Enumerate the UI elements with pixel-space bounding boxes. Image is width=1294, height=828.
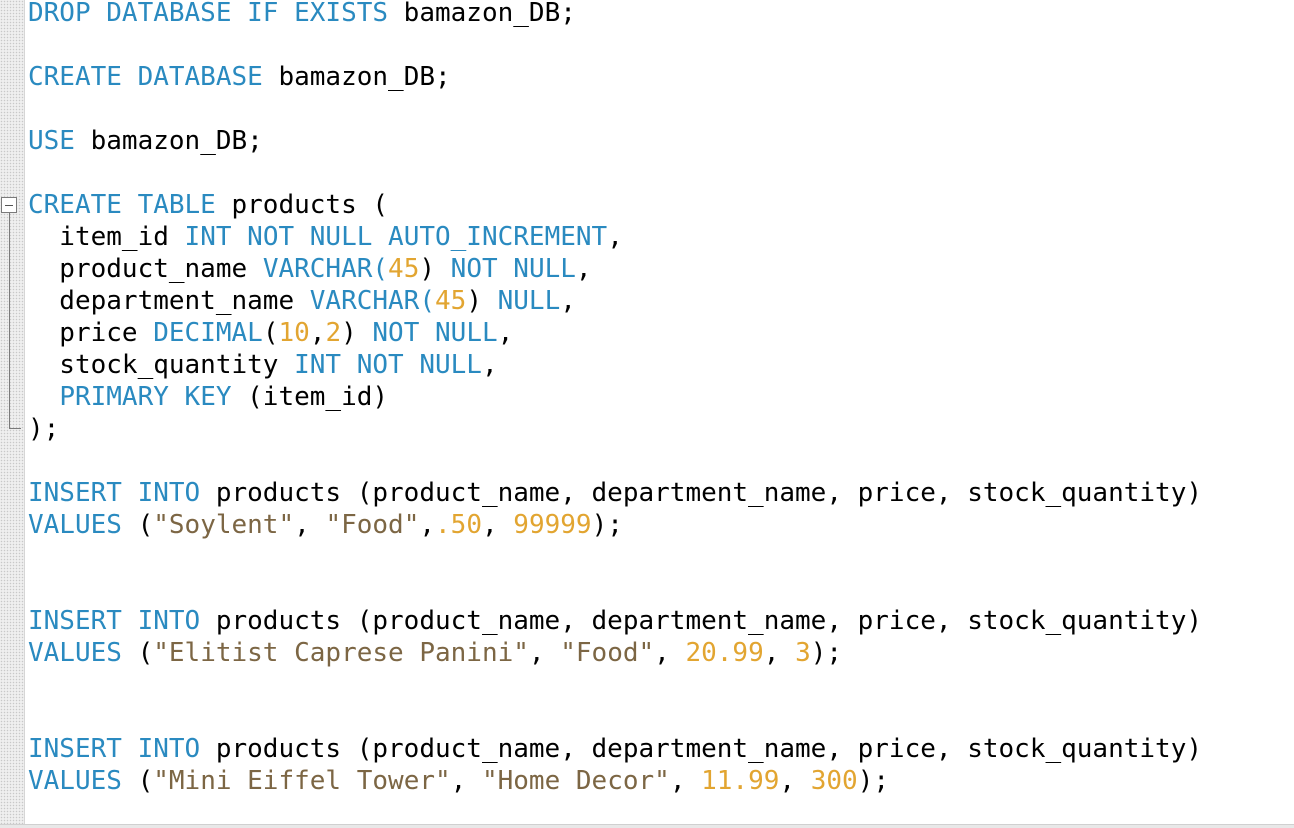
code-token: CREATE DATABASE	[28, 62, 263, 92]
code-line: PRIMARY KEY (item_id)	[28, 381, 388, 413]
code-token: 2	[325, 318, 342, 348]
code-token: (	[121, 766, 154, 796]
code-line: VALUES ("Mini Eiffel Tower", "Home Decor…	[28, 765, 889, 797]
code-token: "Home Decor"	[481, 766, 670, 796]
code-token: NULL	[497, 286, 561, 316]
code-token: product_name	[28, 254, 263, 284]
code-token: ,	[481, 350, 498, 380]
code-token: 45	[435, 286, 467, 316]
code-token: INT NOT NULL AUTO_INCREMENT	[184, 222, 608, 252]
code-line: CREATE DATABASE bamazon_DB;	[28, 61, 451, 93]
code-token: 11.99	[701, 766, 780, 796]
code-token: )	[466, 286, 498, 316]
code-line: stock_quantity INT NOT NULL,	[28, 349, 498, 381]
code-token: VARCHAR(	[309, 286, 435, 316]
code-token: );	[857, 766, 889, 796]
code-token: ,	[779, 766, 811, 796]
editor-gutter	[0, 0, 25, 828]
code-token: bamazon_DB;	[388, 0, 576, 28]
code-token: ,	[528, 638, 561, 668]
code-line: VALUES ("Soylent", "Food",.50, 99999);	[28, 509, 623, 541]
code-token: price	[28, 318, 154, 348]
code-line: item_id INT NOT NULL AUTO_INCREMENT,	[28, 221, 623, 253]
code-token: (item_id)	[231, 382, 389, 412]
code-token: ,	[294, 510, 326, 540]
code-line: );	[28, 413, 59, 445]
code-token: .50	[435, 510, 482, 540]
code-token: (	[121, 510, 154, 540]
code-line: CREATE TABLE products (	[28, 189, 388, 221]
code-token: DROP DATABASE IF EXISTS	[28, 0, 389, 28]
horizontal-scrollbar[interactable]	[0, 824, 1294, 828]
code-token: ,	[669, 766, 702, 796]
code-token: VALUES	[28, 766, 122, 796]
fold-guide-line	[9, 213, 10, 429]
code-token: (	[262, 318, 279, 348]
code-token: department_name	[28, 286, 310, 316]
code-token: ,	[481, 510, 514, 540]
code-line: department_name VARCHAR(45) NULL,	[28, 285, 576, 317]
code-token: PRIMARY KEY	[59, 382, 232, 412]
code-token: stock_quantity	[28, 350, 295, 380]
code-token: ,	[419, 510, 436, 540]
code-token: INT NOT NULL	[294, 350, 482, 380]
code-token: NOT NULL	[450, 254, 576, 284]
collapse-minus-icon[interactable]	[1, 197, 17, 213]
code-token: ,	[497, 318, 514, 348]
code-token: "Mini Eiffel Tower"	[153, 766, 451, 796]
code-token: ,	[450, 766, 482, 796]
code-token: products (product_name, department_name,…	[200, 606, 1202, 636]
code-token: (	[121, 638, 154, 668]
code-line: product_name VARCHAR(45) NOT NULL,	[28, 253, 592, 285]
code-token: INSERT INTO	[28, 734, 201, 764]
code-token: "Elitist Caprese Panini"	[153, 638, 529, 668]
code-line: INSERT INTO products (product_name, depa…	[28, 477, 1202, 509]
code-token: ,	[654, 638, 686, 668]
code-line: USE bamazon_DB;	[28, 125, 263, 157]
code-token: 300	[810, 766, 858, 796]
code-token: products (product_name, department_name,…	[200, 478, 1202, 508]
code-token: NOT NULL	[372, 318, 498, 348]
code-token: );	[810, 638, 843, 668]
code-token: 3	[795, 638, 811, 668]
code-token: bamazon_DB;	[262, 62, 451, 92]
code-token: INSERT INTO	[28, 478, 201, 508]
code-token: ,	[575, 254, 592, 284]
code-token: ,	[309, 318, 326, 348]
code-token: ,	[763, 638, 796, 668]
code-token: USE	[28, 126, 75, 156]
code-line: INSERT INTO products (product_name, depa…	[28, 605, 1202, 637]
code-token: 20.99	[685, 638, 764, 668]
code-line: DROP DATABASE IF EXISTS bamazon_DB;	[28, 0, 576, 29]
sql-editor[interactable]: DROP DATABASE IF EXISTS bamazon_DB; CREAT…	[0, 0, 1294, 828]
code-token: bamazon_DB;	[74, 126, 263, 156]
code-token: 99999	[513, 510, 592, 540]
code-token: "Soylent"	[153, 510, 295, 540]
code-token: )	[419, 254, 451, 284]
code-line: price DECIMAL(10,2) NOT NULL,	[28, 317, 513, 349]
code-token: INSERT INTO	[28, 606, 201, 636]
code-token: "Food"	[560, 638, 655, 668]
code-token: )	[341, 318, 373, 348]
code-token: DECIMAL	[153, 318, 263, 348]
code-token: "Food"	[325, 510, 420, 540]
code-token: );	[28, 414, 60, 444]
code-token: ,	[560, 286, 576, 316]
code-token: products (product_name, department_name,…	[200, 734, 1202, 764]
fold-guide-end	[9, 428, 21, 429]
code-token: VARCHAR(	[262, 254, 389, 284]
code-line: VALUES ("Elitist Caprese Panini", "Food"…	[28, 637, 842, 669]
code-token: VALUES	[28, 638, 122, 668]
code-token: CREATE TABLE	[28, 190, 216, 220]
code-token: ,	[607, 222, 623, 252]
code-token: 10	[278, 318, 310, 348]
code-token: item_id	[28, 222, 185, 252]
code-token: );	[591, 510, 623, 540]
code-token: VALUES	[28, 510, 122, 540]
code-token: 45	[388, 254, 420, 284]
code-token: products (	[215, 190, 389, 220]
code-line: INSERT INTO products (product_name, depa…	[28, 733, 1202, 765]
